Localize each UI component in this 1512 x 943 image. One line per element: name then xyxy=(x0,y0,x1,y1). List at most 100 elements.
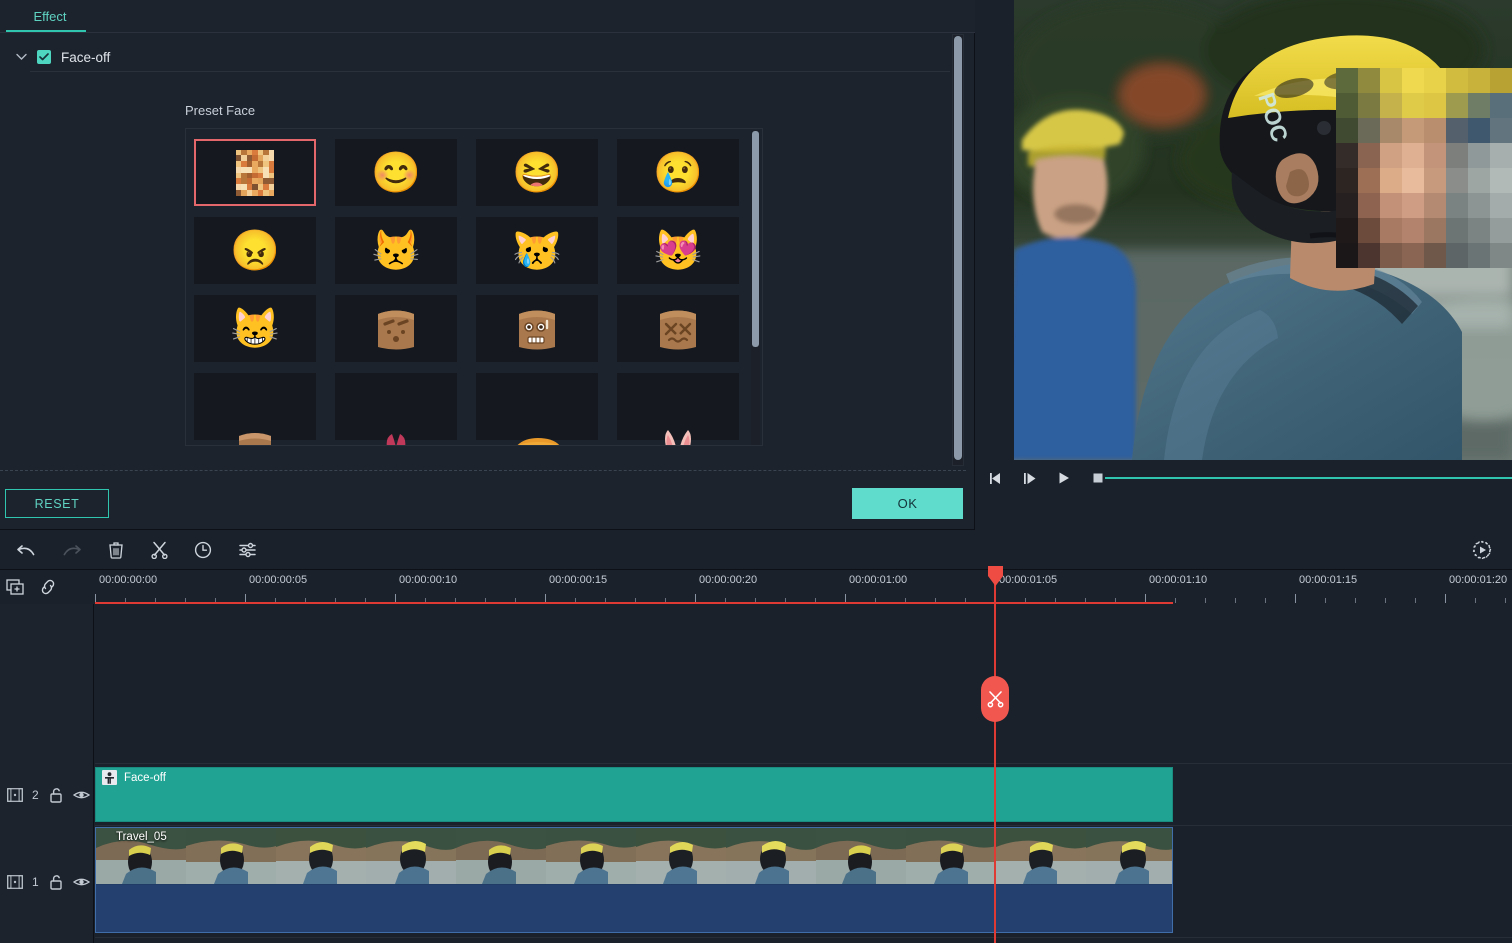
unlock-icon[interactable] xyxy=(47,873,65,891)
preset-cell-sad-tear[interactable]: 😢 xyxy=(617,139,739,206)
ruler-time-label: 00:00:00:10 xyxy=(399,574,457,586)
ruler-time-label: 00:00:00:05 xyxy=(249,574,307,586)
playhead-split-button[interactable] xyxy=(981,676,1009,722)
ruler-time-label: 00:00:01:05 xyxy=(999,574,1057,586)
ruler-tick-major xyxy=(1445,594,1446,603)
empty-track-lane[interactable] xyxy=(95,604,1512,764)
timeline-ruler[interactable]: 00:00:00:00 00:00:00:05 00:00:00:10 00:00:0… xyxy=(95,571,1512,603)
timeline-clip-effect[interactable]: Face-off xyxy=(95,767,1173,822)
preset-cell-cat-heart[interactable]: 😻 xyxy=(617,217,739,284)
effect-enable-checkbox[interactable] xyxy=(37,50,51,64)
sad-tear-emoji-icon: 😢 xyxy=(653,153,703,193)
preset-cell-bag-dizzy[interactable] xyxy=(617,295,739,362)
wondershare-filmora-window: Effect Face-off Preset Face 😊 😆 😢 😠 😾 😿 😻 😸 RES… xyxy=(0,0,1512,943)
preset-cell-bag-angry[interactable] xyxy=(335,295,457,362)
ruler-time-label: 00:00:01:20 xyxy=(1449,574,1507,586)
split-button[interactable] xyxy=(146,538,172,562)
ruler-time-label: 00:00:00:15 xyxy=(549,574,607,586)
track-header-column: 21 xyxy=(0,604,94,943)
ruler-time-label: 00:00:00:00 xyxy=(99,574,157,586)
clip-thumbnail xyxy=(816,828,906,884)
preset-cell-cat-grin[interactable]: 😸 xyxy=(194,295,316,362)
tab-effect[interactable]: Effect xyxy=(14,0,86,32)
eye-icon[interactable] xyxy=(73,873,91,891)
ruler-time-label: 00:00:01:00 xyxy=(849,574,907,586)
render-preview-icon[interactable] xyxy=(1470,538,1494,562)
preset-grid-scrollbar-thumb[interactable] xyxy=(752,131,759,347)
track-header-2: 2 xyxy=(0,764,94,826)
previous-frame-button[interactable] xyxy=(983,465,1009,491)
redo-button[interactable] xyxy=(58,538,84,562)
ruler-tick-minor xyxy=(1505,598,1506,603)
ok-button[interactable]: OK xyxy=(852,488,963,519)
mosaic-pixelate-icon xyxy=(236,150,274,196)
crying-cat-emoji-icon: 😿 xyxy=(512,231,562,271)
preset-cell-blush-smile[interactable]: 😊 xyxy=(335,139,457,206)
track-lanes: Face-off Travel_05 xyxy=(95,604,1512,943)
preset-cell-cat-crying[interactable]: 😿 xyxy=(476,217,598,284)
reset-button[interactable]: RESET xyxy=(5,489,109,518)
clip-thumbnail xyxy=(906,828,996,884)
paper-bag-mask-partial-icon xyxy=(225,422,285,446)
timeline-track-area: 21 Face-offTravel_05 xyxy=(0,604,1512,943)
preset-cell-pink-ears[interactable] xyxy=(617,373,739,440)
ruler-tick-minor xyxy=(1385,598,1386,603)
video-preview-stage[interactable]: POC xyxy=(1014,0,1512,460)
smiling-cat-eyes-emoji-icon: 😻 xyxy=(653,231,703,271)
angry-red-face-emoji-icon: 😠 xyxy=(230,231,280,271)
link-clips-icon[interactable] xyxy=(36,576,60,598)
chevron-down-icon[interactable] xyxy=(8,44,34,70)
delete-button[interactable] xyxy=(103,538,129,562)
clip-thumbnail xyxy=(186,828,276,884)
panel-tabbar: Effect xyxy=(0,0,975,32)
clip-title-bar: Face-off xyxy=(96,768,1172,787)
ruler-time-label: 00:00:01:10 xyxy=(1149,574,1207,586)
preset-cell-mosaic[interactable] xyxy=(194,139,316,206)
track-index-label: 1 xyxy=(32,875,39,889)
play-button[interactable] xyxy=(1051,465,1077,491)
ruler-time-label: 00:00:01:15 xyxy=(1299,574,1357,586)
playback-controls xyxy=(975,460,1512,496)
next-frame-button[interactable] xyxy=(1017,465,1043,491)
effect-settings-panel: Effect Face-off Preset Face 😊 😆 😢 😠 😾 😿 😻 😸 RES… xyxy=(0,0,975,530)
preset-cell-bag-surprise[interactable] xyxy=(476,295,598,362)
effect-name-label: Face-off xyxy=(61,50,110,65)
timeline-clip-video[interactable]: Travel_05 xyxy=(95,827,1173,933)
header-rule xyxy=(30,71,950,72)
pouting-cat-emoji-icon: 😾 xyxy=(371,231,421,271)
preset-cell-angry-red[interactable]: 😠 xyxy=(194,217,316,284)
unlock-icon[interactable] xyxy=(47,786,65,804)
ruler-tick-minor xyxy=(1205,598,1206,603)
preset-cell-orange-hair[interactable] xyxy=(476,373,598,440)
clip-thumbnail xyxy=(636,828,726,884)
adjust-mixer-button[interactable] xyxy=(234,538,260,562)
effect-header-row: Face-off xyxy=(0,42,958,72)
track-header-1: 1 xyxy=(0,826,94,938)
clip-thumbnail xyxy=(726,828,816,884)
playback-progress-bar[interactable] xyxy=(1105,477,1512,479)
preview-frame-image: POC xyxy=(1014,0,1512,460)
preset-face-label: Preset Face xyxy=(185,103,255,118)
preset-cell-laughing[interactable]: 😆 xyxy=(476,139,598,206)
pixelated-face-region xyxy=(1336,68,1512,268)
devil-horns-partial-icon xyxy=(366,422,426,446)
paper-bag-dizzy-mask-icon xyxy=(654,301,702,356)
panel-scrollbar-thumb[interactable] xyxy=(954,36,962,460)
undo-button[interactable] xyxy=(14,538,40,562)
preset-cell-bag-row4[interactable] xyxy=(194,373,316,440)
preset-cell-devil-ears[interactable] xyxy=(335,373,457,440)
eye-icon[interactable] xyxy=(73,786,91,804)
panel-bottom-divider xyxy=(0,470,966,471)
preset-cell-cat-angry[interactable]: 😾 xyxy=(335,217,457,284)
speed-clock-button[interactable] xyxy=(190,538,216,562)
ruler-tick-minor xyxy=(1235,598,1236,603)
track-index-label: 2 xyxy=(32,788,39,802)
playhead-handle[interactable] xyxy=(988,566,1003,586)
grinning-cat-emoji-icon: 😸 xyxy=(230,309,280,349)
clip-thumbnail xyxy=(546,828,636,884)
ruler-tick-minor xyxy=(1355,598,1356,603)
preset-face-grid: 😊 😆 😢 😠 😾 😿 😻 😸 xyxy=(194,139,742,440)
paper-bag-angry-mask-icon xyxy=(372,301,420,356)
add-marker-icon[interactable] xyxy=(4,576,28,598)
ruler-tick-major xyxy=(1295,594,1296,603)
